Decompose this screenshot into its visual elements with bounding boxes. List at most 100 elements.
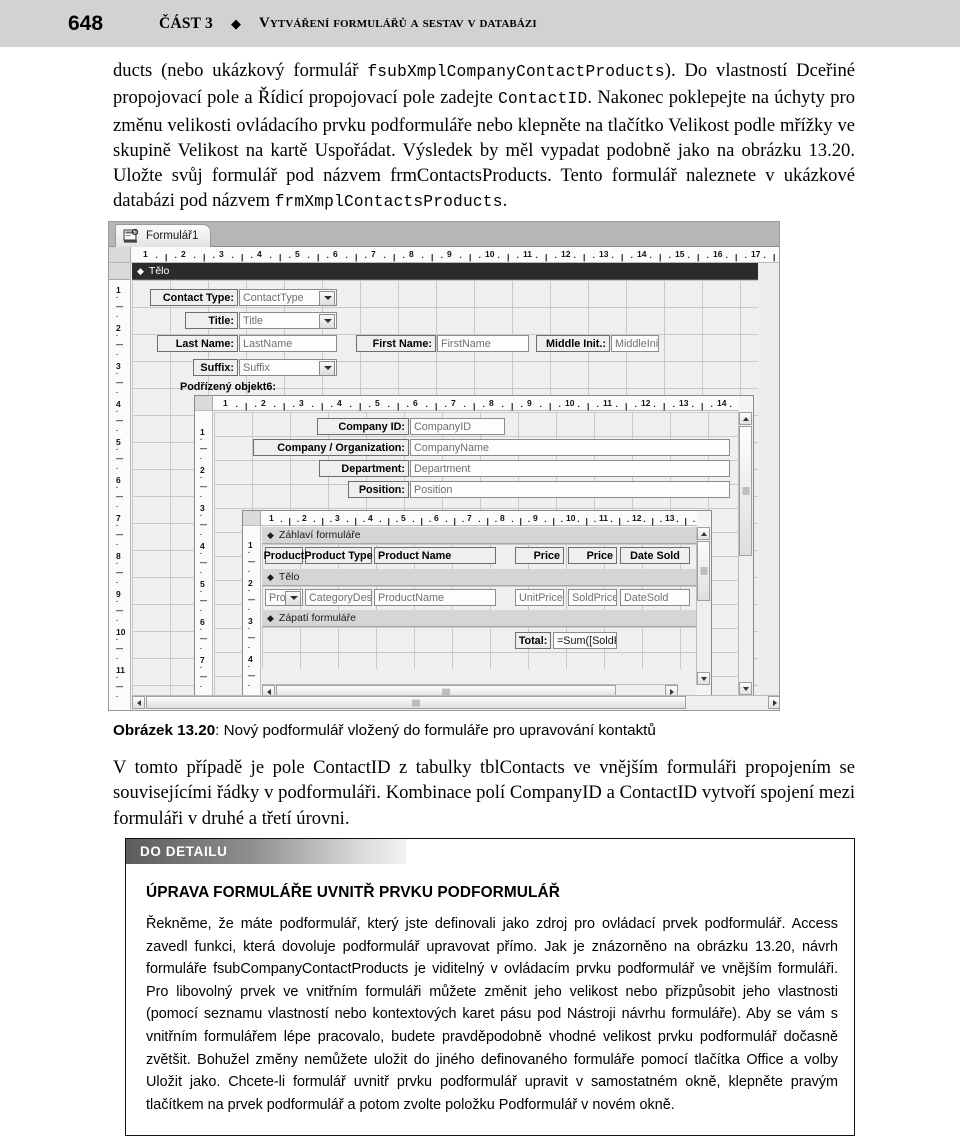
subform-control-level3[interactable]: 1 · | · 2 · | · 3 · | · 4 · | · 5 · | · 6 · | · 7 · | · 8 · | · 9 · | · 10 · |… (242, 510, 712, 700)
ruler-minor-tick: · (672, 400, 676, 411)
form-footer-grid-level3[interactable]: Total: =Sum([SoldF (262, 627, 697, 669)
ruler-corner-box[interactable] (109, 247, 131, 262)
label-title[interactable]: Title: (185, 312, 238, 329)
horizontal-scrollbar-level1[interactable] (132, 695, 779, 710)
vruler-tick-7: 7 (200, 655, 205, 665)
ruler-minor-tick: · (379, 515, 383, 526)
field-middle-init[interactable]: MiddleInit (611, 335, 659, 352)
design-canvas-level1[interactable]: ◆ Tělo Contact Type: ContactType Title: … (132, 263, 779, 710)
vertical-scroll-thumb-level2[interactable] (739, 426, 752, 556)
label-last-name[interactable]: Last Name: (157, 335, 238, 352)
vruler-tick-11: 11 (116, 665, 125, 675)
ruler-minor-tick: · (463, 400, 467, 411)
vruler-minor-tick: · (116, 427, 119, 435)
field-position[interactable]: Position (410, 481, 730, 498)
label-department[interactable]: Department: (319, 460, 409, 477)
scroll-up-button-level3[interactable] (697, 527, 710, 540)
vruler-minor-tick: · (116, 408, 119, 416)
vruler-minor-tick: · (200, 626, 203, 634)
label-position[interactable]: Position: (348, 481, 409, 498)
field-last-name[interactable]: LastName (239, 335, 337, 352)
field-company-name[interactable]: CompanyName (410, 439, 730, 456)
label-contact-type[interactable]: Contact Type: (150, 289, 238, 306)
vertical-scroll-thumb-level3[interactable] (697, 541, 710, 601)
field-sold-price[interactable]: SoldPrice (568, 589, 617, 606)
vertical-scrollbar-level2[interactable] (738, 412, 753, 695)
field-first-name[interactable]: FirstName (437, 335, 529, 352)
vruler-tick-2: 2 (200, 465, 205, 475)
ruler-corner-box-level2[interactable] (195, 396, 213, 410)
ruler-corner-box-level3[interactable] (243, 511, 261, 525)
label-company-organization[interactable]: Company / Organization: (253, 439, 409, 456)
vertical-ruler-top-box[interactable] (109, 263, 130, 280)
label-first-name[interactable]: First Name: (356, 335, 436, 352)
access-screenshot: Formulář1 1 · | · 2 · | · 3 · | · 4 · | · 5 · | · 6 · | · 7 · | · 8 ·… (108, 221, 780, 711)
vruler-tick-3: 3 (248, 616, 253, 626)
field-contact-type[interactable]: ContactType (239, 289, 337, 306)
field-product-name[interactable]: ProductName (374, 589, 496, 606)
field-department[interactable]: Department (410, 460, 730, 477)
field-title[interactable]: Title (239, 312, 337, 329)
field-unit-price[interactable]: UnitPrice (515, 589, 564, 606)
field-total-sum[interactable]: =Sum([SoldF (553, 632, 617, 649)
section-caret-icon: ◆ (137, 265, 144, 276)
para1-seg-a: ducts (nebo ukázkový formulář (113, 60, 368, 81)
horizontal-scroll-thumb-level1[interactable] (146, 696, 686, 709)
vruler-minor-tick: — (200, 522, 207, 529)
field-product-combo[interactable]: Produ (265, 589, 303, 606)
ruler-minor-tick: · (349, 400, 353, 411)
document-tab-formular1[interactable]: Formulář1 (115, 224, 212, 247)
field-contact-type-text: ContactType (243, 291, 304, 304)
scroll-right-button-level1[interactable] (768, 696, 779, 709)
scroll-up-button-level2[interactable] (739, 412, 752, 425)
ruler-tick-5: 5 (295, 249, 300, 259)
ruler-minor-tick: | (549, 400, 552, 411)
combo-arrow-icon[interactable] (324, 366, 332, 370)
design-canvas-level3[interactable]: ◆ Záhlaví formuláře Product Product Type… (262, 527, 697, 699)
ruler-tick-17: 17 (751, 249, 761, 259)
label-col-product[interactable]: Product (264, 547, 304, 564)
ruler-tick-2: 2 (261, 397, 266, 408)
section-bar-zapati-formulare[interactable]: ◆ Zápatí formuláře (262, 610, 697, 627)
form-grid-level1[interactable]: Contact Type: ContactType Title: Title L… (132, 280, 758, 710)
scroll-left-button-level1[interactable] (132, 696, 145, 709)
ruler-tick-4: 4 (368, 512, 373, 523)
vertical-scrollbar-level3[interactable] (696, 527, 711, 685)
figure-caption-text: Nový podformulář vložený do formuláře pr… (223, 722, 656, 739)
design-canvas-level2[interactable]: Company ID: CompanyID Company / Organiza… (214, 412, 739, 709)
label-subform-object[interactable]: Podřízený objekt6: (177, 378, 297, 395)
label-suffix[interactable]: Suffix: (193, 359, 238, 376)
field-category-description[interactable]: CategoryDescripl (305, 589, 372, 606)
detail-grid-level3[interactable]: Produ CategoryDescripl ProductName UnitP… (262, 586, 697, 610)
label-col-product-type[interactable]: Product Type (304, 547, 373, 564)
label-total[interactable]: Total: (515, 632, 551, 649)
subform-control-level2[interactable]: 1 · | · 2 · | · 3 · | · 4 · | · 5 · | · 6 · | · 7 · | · 8 · | · 9 · | · 10 · |… (194, 395, 754, 710)
section-bar-telo-level3[interactable]: ◆ Tělo (262, 569, 697, 586)
label-middle-init[interactable]: Middle Init.: (536, 335, 610, 352)
label-col-price-2[interactable]: Price (568, 547, 617, 564)
vruler-minor-tick: · (116, 522, 119, 530)
form-header-grid-level3[interactable]: Product Product Type Product Name Price … (262, 544, 697, 569)
horizontal-ruler-ticks-level1: 1 · | · 2 · | · 3 · | · 4 · | · 5 · | · 6 · | · 7 · | · 8 · | · 9 · | · 10 · |… (131, 247, 779, 262)
combo-arrow-icon[interactable] (324, 319, 332, 323)
combo-arrow-icon[interactable] (290, 596, 298, 600)
ruler-minor-tick: · (307, 252, 311, 262)
ruler-minor-tick: | (735, 252, 738, 262)
vertical-ruler-level3: 1 · — · 2 · — · 3 · — · 4 · — · (243, 526, 261, 699)
field-company-id[interactable]: CompanyID (410, 418, 505, 435)
label-company-id[interactable]: Company ID: (317, 418, 409, 435)
label-col-date-sold[interactable]: Date Sold (620, 547, 690, 564)
scroll-down-button-level3[interactable] (697, 672, 710, 685)
label-col-price-1[interactable]: Price (515, 547, 564, 564)
section-bar-zahlavi-formulare[interactable]: ◆ Záhlaví formuláře (262, 527, 697, 544)
field-suffix[interactable]: Suffix (239, 359, 337, 376)
field-date-sold[interactable]: DateSold (620, 589, 690, 606)
scroll-down-button-level2[interactable] (739, 682, 752, 695)
section-bar-telo-level1[interactable]: ◆ Tělo (132, 263, 758, 280)
combo-arrow-icon[interactable] (324, 296, 332, 300)
label-col-product-name[interactable]: Product Name (374, 547, 496, 564)
vruler-minor-tick: · (248, 549, 251, 557)
ruler-minor-tick: · (412, 515, 416, 526)
ruler-minor-tick: · (497, 252, 501, 262)
ruler-tick-9: 9 (527, 397, 532, 408)
